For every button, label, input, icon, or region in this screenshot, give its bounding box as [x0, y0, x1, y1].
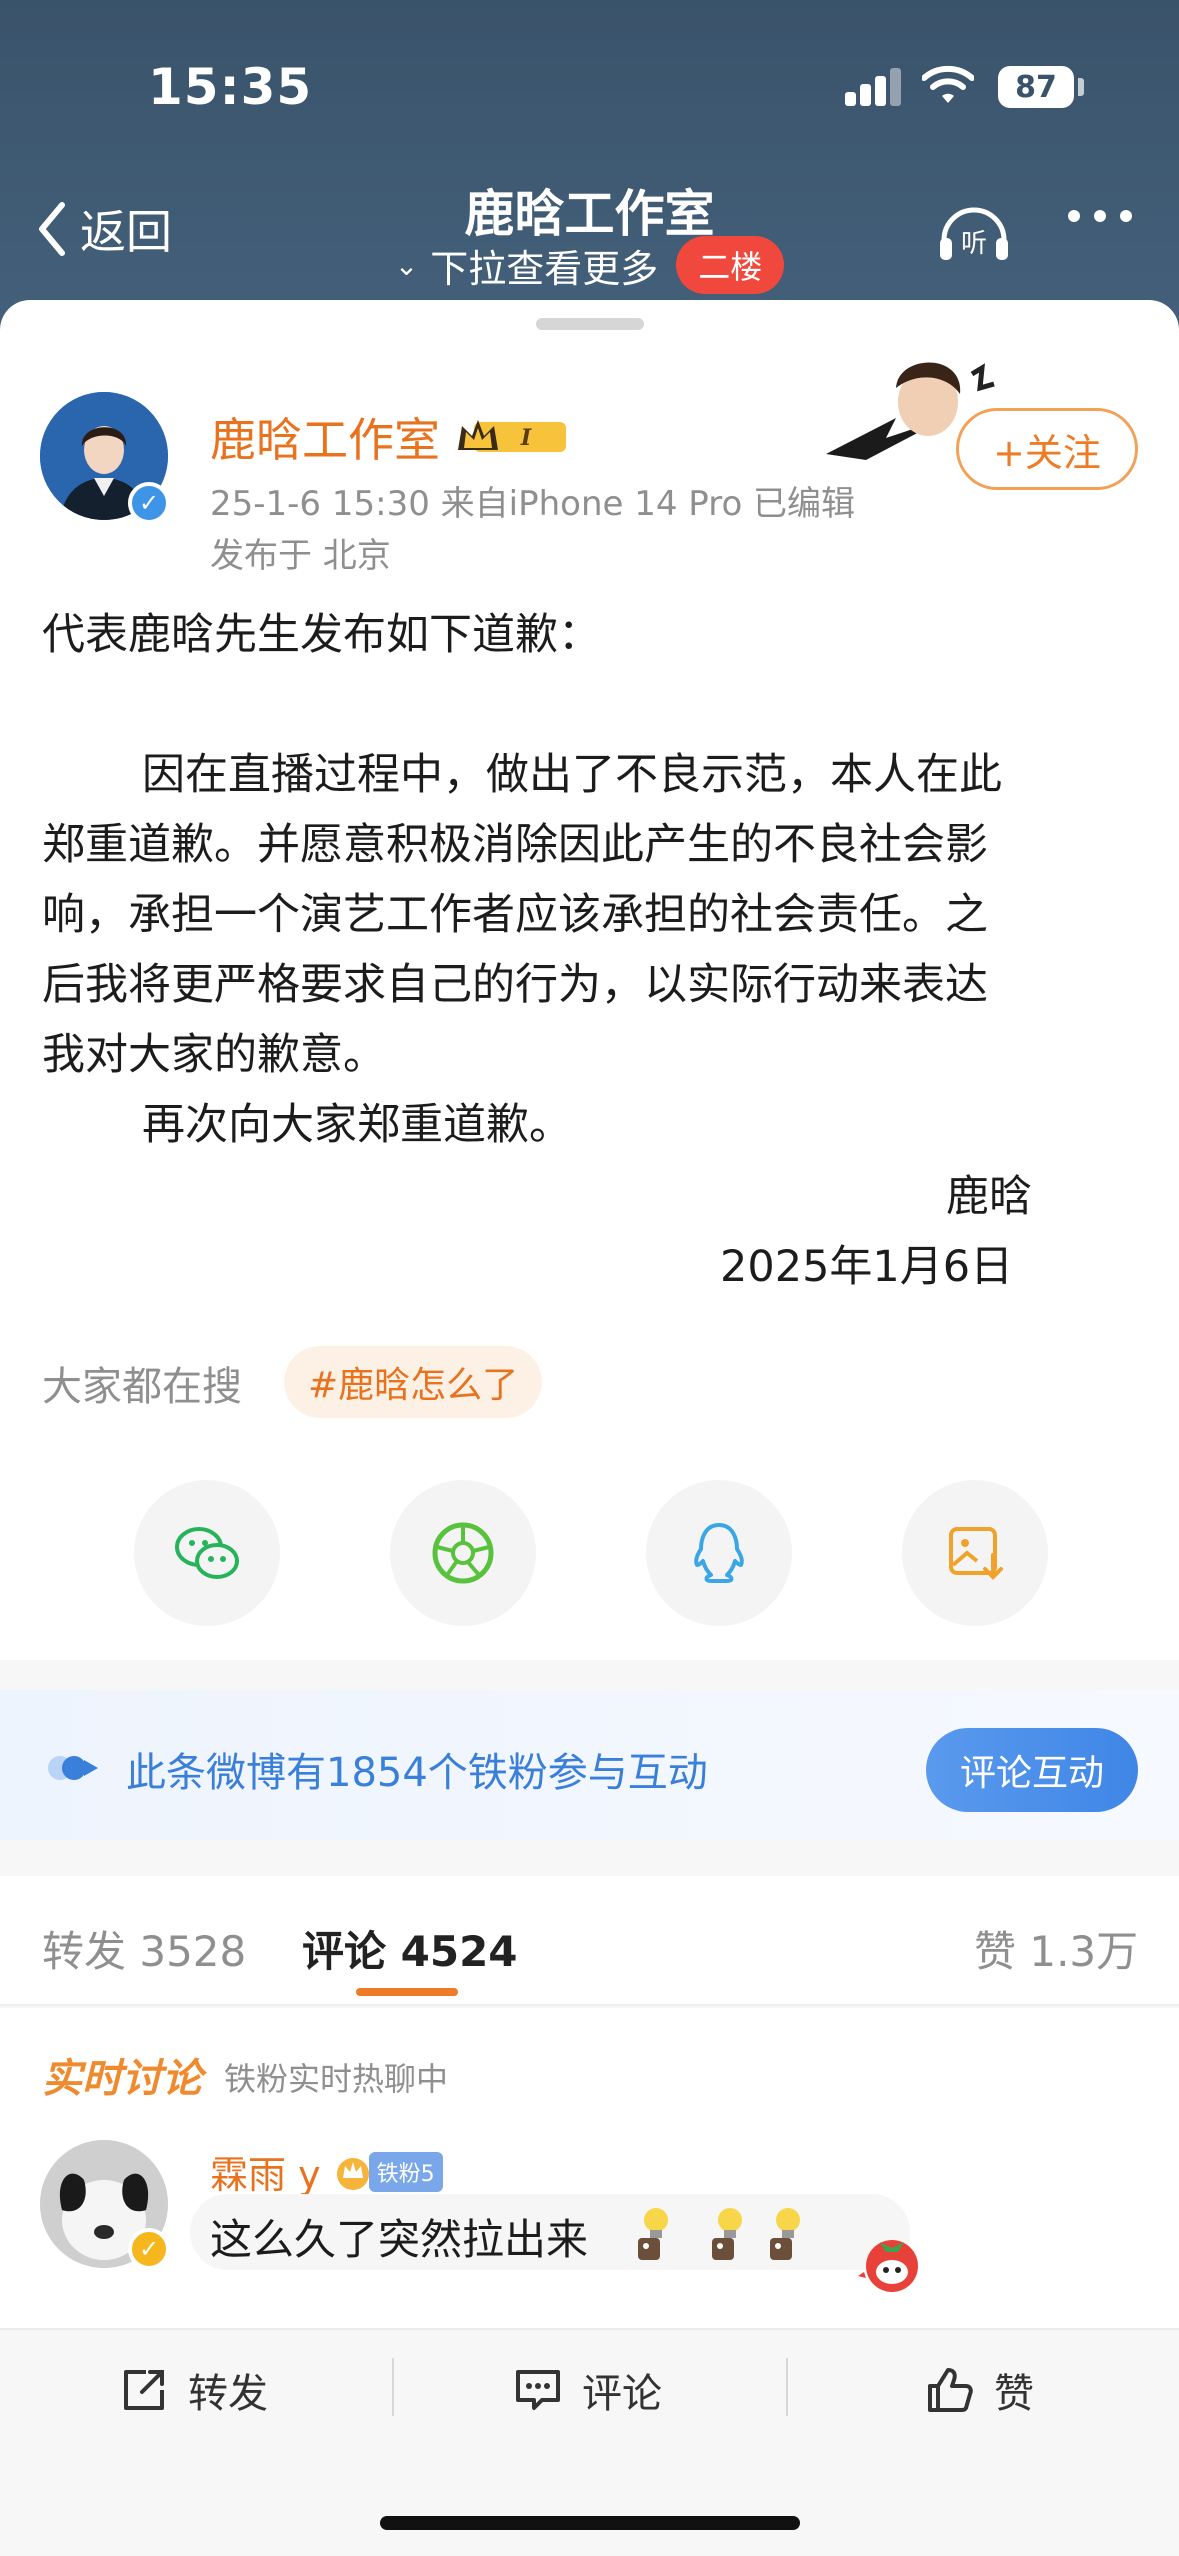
post-meta: 25-1-6 15:30 来自iPhone 14 Pro 已编辑: [210, 484, 856, 524]
share-wechat-button[interactable]: [134, 1480, 280, 1626]
battery-nub: [1078, 78, 1084, 96]
fan-interaction-icon: [48, 1756, 98, 1780]
second-floor-badge[interactable]: 二楼: [676, 236, 785, 294]
comment-button[interactable]: 评论: [512, 2360, 662, 2420]
tab-repost[interactable]: 转发 3528: [42, 1918, 246, 1979]
battery-icon: 87: [998, 66, 1074, 108]
tab-like[interactable]: 赞 1.3万: [974, 1918, 1138, 1979]
post-line: 郑重道歉。并愿意积极消除因此产生的不良社会影: [42, 820, 988, 870]
repost-label: 转发: [188, 2371, 268, 2417]
tomato-sticker-icon: [858, 2240, 918, 2292]
save-image-button[interactable]: [902, 1480, 1048, 1626]
active-tab-indicator: [356, 1988, 458, 1996]
signature-name: 鹿晗: [946, 1172, 1032, 1222]
commenter-verified-icon: ✓: [128, 2228, 170, 2270]
sheet-grabber[interactable]: [536, 318, 644, 330]
share-arrow-icon: [124, 2370, 164, 2410]
share-qq-button[interactable]: [646, 1480, 792, 1626]
trending-topic-chip[interactable]: #鹿晗怎么了: [284, 1346, 543, 1418]
moments-icon: [432, 1522, 494, 1584]
status-time: 15:35: [148, 58, 313, 116]
like-button[interactable]: 赞: [924, 2360, 1034, 2420]
qq-icon: [694, 1523, 744, 1583]
toolbar-divider: [786, 2358, 788, 2416]
iron-fan-badge: 铁粉5: [333, 2151, 443, 2192]
toolbar-divider: [392, 2358, 394, 2416]
dot-icon: [1120, 210, 1132, 222]
live-discussion-subtitle: 铁粉实时热聊中: [224, 2060, 449, 2098]
thumbs-up-icon: [928, 2368, 973, 2412]
post-location: 发布于 北京: [210, 536, 391, 576]
headphone-listen-icon[interactable]: 听: [936, 196, 1012, 266]
post-line: 我对大家的歉意。: [42, 1030, 386, 1080]
comment-interact-button[interactable]: 评论互动: [926, 1728, 1138, 1812]
author-name[interactable]: 鹿晗工作室: [210, 404, 440, 470]
post-line: 代表鹿晗先生发布如下道歉：: [42, 610, 601, 660]
pull-down-label: 下拉查看更多: [430, 246, 659, 291]
wifi-icon: [922, 65, 974, 103]
lightbulb-emoji-icon: [712, 2208, 742, 2260]
dot-icon: [1094, 210, 1106, 222]
home-indicator: [380, 2516, 800, 2530]
save-image-icon: [949, 1527, 1003, 1580]
more-options-button[interactable]: [1068, 210, 1132, 222]
tab-comment[interactable]: 评论 4524: [302, 1918, 518, 1979]
lightbulb-emoji-icon: [638, 2208, 668, 2260]
trending-search-label: 大家都在搜: [42, 1364, 242, 1410]
fan-interaction-text: 此条微博有1854个铁粉参与互动: [126, 1750, 708, 1796]
commenter-name-row: 霖雨 y 铁粉5: [210, 2144, 443, 2199]
battery-level: 87: [1015, 69, 1057, 105]
post-body: 代表鹿晗先生发布如下道歉： 因在直播过程中，做出了不良示范，本人在此 郑重道歉。…: [42, 600, 1142, 1160]
dot-icon: [1068, 210, 1080, 222]
commenter-name[interactable]: 霖雨 y: [210, 2144, 321, 2199]
member-crown-badge-icon[interactable]: I: [454, 414, 570, 460]
verified-badge-icon: ✓: [128, 482, 170, 524]
signal-icon: [845, 66, 903, 106]
member-level: I: [520, 425, 532, 451]
lightbulb-emoji-icon: [770, 2208, 800, 2260]
author-row: 鹿晗工作室 I: [210, 404, 570, 470]
signature-date: 2025年1月6日: [720, 1242, 1014, 1292]
post-line: 因在直播过程中，做出了不良示范，本人在此: [142, 750, 1002, 800]
live-discussion-title: 实时讨论: [42, 2056, 202, 2102]
share-moments-button[interactable]: [390, 1480, 536, 1626]
chevron-down-icon: ⌄: [394, 248, 419, 282]
repost-button[interactable]: 转发: [118, 2360, 268, 2420]
like-label: 赞: [994, 2371, 1034, 2417]
wechat-icon: [175, 1527, 239, 1579]
fan-crown-icon: [336, 2157, 369, 2190]
comment-icon: [516, 2370, 560, 2410]
post-line: 后我将更严格要求自己的行为，以实际行动来表达: [42, 960, 988, 1010]
follow-button[interactable]: +关注: [956, 408, 1138, 490]
post-line: 再次向大家郑重道歉。: [142, 1100, 572, 1150]
post-line: 响，承担一个演艺工作者应该承担的社会责任。之: [42, 890, 988, 940]
listen-label: 听: [961, 229, 987, 259]
comment-label: 评论: [582, 2371, 662, 2417]
fan-level-label: 铁粉5: [368, 2151, 443, 2192]
comment-text: 这么久了突然拉出来: [210, 2215, 589, 2264]
